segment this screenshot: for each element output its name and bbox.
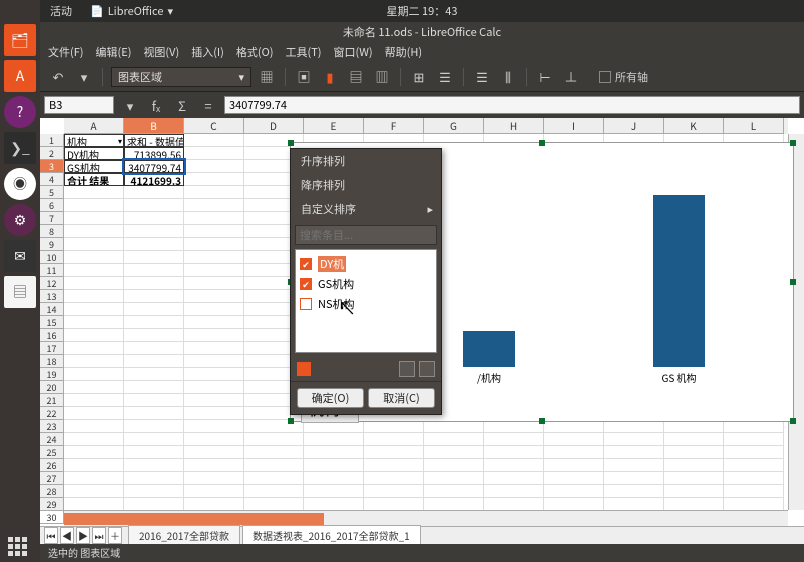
sheet-tabs: ⏮ ◀ ▶ ⏭ ＋ 2016_2017全部贷款 数据透视表_2016_2017全… <box>40 526 804 544</box>
cell-b3[interactable]: 3407799.74 <box>124 160 184 173</box>
tab-prev-icon[interactable]: ◀ <box>60 527 74 544</box>
formula-bar: ▾ fₓ Σ = <box>40 92 804 118</box>
data-range-icon[interactable]: ▤ <box>346 67 366 87</box>
hide-icon[interactable] <box>419 361 435 377</box>
cell-a4: 合计 结果 <box>64 173 124 186</box>
redo-icon[interactable]: ▾ <box>74 67 94 87</box>
xaxis-icon[interactable]: ⊢ <box>535 67 555 87</box>
cell-b2: 713899.56 <box>124 147 184 160</box>
autofilter-popup: 升序排列 降序排列 自定义排序 ✔DY机 ✔GS机构 NS机构 确定(O) 取消… <box>290 148 442 415</box>
document-icon[interactable]: ▤ <box>4 276 36 308</box>
row-headers[interactable]: 1234567891011121314151617181920212223242… <box>40 134 64 510</box>
menu-insert[interactable]: 插入(I) <box>191 44 224 60</box>
menu-tools[interactable]: 工具(T) <box>285 44 321 60</box>
sum-icon[interactable]: Σ <box>172 95 192 115</box>
browser-icon[interactable]: ◉ <box>4 168 36 200</box>
cell-a1[interactable]: 机构 <box>64 134 124 147</box>
bar-dy <box>463 331 515 367</box>
help-icon[interactable]: ? <box>4 96 36 128</box>
chart-type-icon[interactable]: ▣ <box>294 67 314 87</box>
filter-list: ✔DY机 ✔GS机构 NS机构 <box>295 249 437 353</box>
checkbox-icon[interactable]: ✔ <box>300 278 312 290</box>
mail-icon[interactable]: ✉ <box>4 240 36 272</box>
filter-tools <box>291 357 441 381</box>
clock[interactable]: 星期二 19：43 <box>387 3 458 19</box>
checkbox-icon[interactable]: ✔ <box>300 258 312 270</box>
name-box[interactable] <box>44 96 114 114</box>
tab-first-icon[interactable]: ⏮ <box>44 527 58 544</box>
filter-item-ns[interactable]: NS机构 <box>300 294 432 314</box>
legend-icon[interactable]: ☰ <box>435 67 455 87</box>
cancel-button[interactable]: 取消(C) <box>368 388 435 408</box>
menu-help[interactable]: 帮助(H) <box>385 44 422 60</box>
dropdown-icon[interactable]: ▾ <box>120 95 140 115</box>
menu-file[interactable]: 文件(F) <box>48 44 84 60</box>
toolbar: ↶ ▾ 图表区域 ▦ ▣ ▮ ▤ ▥ ⊞ ☰ ☰ ⫼ ⊢ ⊥ 所有轴 <box>40 62 804 92</box>
equals-icon[interactable]: = <box>198 95 218 115</box>
sheet-tab-2[interactable]: 数据透视表_2016_2017全部贷款_1 <box>242 525 421 546</box>
show-icon[interactable] <box>399 361 415 377</box>
all-axes-checkbox[interactable]: 所有轴 <box>599 69 648 85</box>
ok-button[interactable]: 确定(O) <box>297 388 364 408</box>
menu-view[interactable]: 视图(V) <box>143 44 179 60</box>
gnome-topbar: 活动 📄LibreOffice ▾ 星期二 19：43 <box>40 0 804 22</box>
sheet-tab-1[interactable]: 2016_2017全部贷款 <box>128 525 240 546</box>
yaxis-icon[interactable]: ⊥ <box>561 67 581 87</box>
chart-area-combo[interactable]: 图表区域 <box>111 67 251 87</box>
files-icon[interactable]: 🗂 <box>4 24 36 56</box>
formula-input[interactable] <box>224 96 800 114</box>
sort-desc[interactable]: 降序排列 <box>291 173 441 197</box>
format-selection-icon[interactable]: ▦ <box>257 67 277 87</box>
libreoffice-icon: 📄 <box>90 3 104 19</box>
menu-format[interactable]: 格式(O) <box>236 44 274 60</box>
filter-item-gs[interactable]: ✔GS机构 <box>300 274 432 294</box>
scrollbar-horizontal[interactable] <box>64 510 788 526</box>
hgrid-icon[interactable]: ☰ <box>472 67 492 87</box>
app-menu[interactable]: 📄LibreOffice ▾ <box>82 3 181 19</box>
titles-icon[interactable]: ⊞ <box>409 67 429 87</box>
fx-icon[interactable]: fₓ <box>146 95 166 115</box>
bar-label-dy: /机构 <box>477 370 501 385</box>
activities-button[interactable]: 活动 <box>40 3 82 19</box>
menubar: 文件(F) 编辑(E) 视图(V) 插入(I) 格式(O) 工具(T) 窗口(W… <box>40 42 804 62</box>
bar-gs <box>653 195 705 367</box>
menu-edit[interactable]: 编辑(E) <box>96 44 132 60</box>
chart-area-icon[interactable]: ▮ <box>320 67 340 87</box>
terminal-icon[interactable]: ❯_ <box>4 132 36 164</box>
status-bar: 选中的 图表区域 <box>40 544 804 562</box>
tab-add-icon[interactable]: ＋ <box>108 527 122 544</box>
select-all-icon[interactable] <box>297 362 311 376</box>
checkbox-icon[interactable] <box>300 298 312 310</box>
filter-item-dy[interactable]: ✔DY机 <box>300 254 432 274</box>
custom-sort[interactable]: 自定义排序 <box>291 197 441 221</box>
cell-b1: 求和 - 数据值 <box>124 134 184 147</box>
menu-window[interactable]: 窗口(W) <box>334 44 373 60</box>
settings-icon[interactable]: ⚙ <box>4 204 36 236</box>
cell-a3: GS机构 <box>64 160 124 173</box>
sort-asc[interactable]: 升序排列 <box>291 149 441 173</box>
filter-search[interactable] <box>295 225 437 245</box>
window-title: 未命名 11.ods - LibreOffice Calc <box>40 22 804 42</box>
show-apps-icon[interactable] <box>8 537 27 556</box>
undo-icon[interactable]: ↶ <box>48 67 68 87</box>
tab-last-icon[interactable]: ⏭ <box>92 527 106 544</box>
launcher: 🗂 A ? ❯_ ◉ ⚙ ✉ ▤ <box>0 0 40 562</box>
tab-next-icon[interactable]: ▶ <box>76 527 90 544</box>
data-table-icon[interactable]: ▥ <box>372 67 392 87</box>
bar-label-gs: GS 机构 <box>661 370 696 385</box>
cell-b4: 4121699.3 <box>124 173 184 186</box>
vgrid-icon[interactable]: ⫼ <box>498 67 518 87</box>
cell-a2: DY机构 <box>64 147 124 160</box>
column-headers[interactable]: AB CDE FGH IJKL <box>64 118 788 134</box>
software-icon[interactable]: A <box>4 60 36 92</box>
